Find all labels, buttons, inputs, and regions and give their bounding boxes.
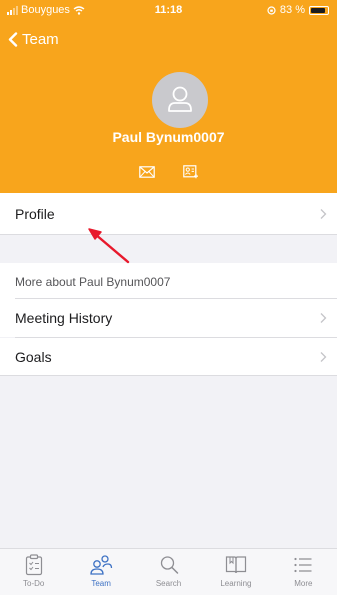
signal-icon [7, 5, 18, 15]
chevron-right-icon [320, 313, 327, 323]
user-name: Paul Bynum0007 [112, 129, 225, 145]
tab-label: Team [91, 579, 111, 588]
meeting-history-row[interactable]: Meeting History [0, 299, 337, 337]
search-icon [160, 556, 178, 574]
chevron-right-icon [320, 351, 327, 362]
goals-label: Goals [15, 348, 52, 365]
meeting-history-label: Meeting History [15, 310, 113, 326]
tab-more[interactable]: More [270, 549, 337, 595]
tab-label: To-Do [23, 579, 45, 588]
list-icon [294, 557, 312, 573]
wifi-icon [73, 5, 85, 15]
tab-team[interactable]: Team [67, 549, 134, 595]
profile-row[interactable]: Profile [0, 193, 337, 234]
carrier-name: Bouygues [21, 4, 70, 16]
divider [0, 375, 337, 376]
avatar [152, 72, 208, 128]
battery-percent: 83 % [279, 4, 305, 16]
tab-label: Search [155, 579, 182, 588]
clipboard-icon [25, 554, 42, 576]
chevron-left-icon [8, 32, 18, 47]
contact-card-button[interactable] [180, 163, 202, 181]
tab-search[interactable]: Search [135, 549, 202, 595]
tab-to-do[interactable]: To-Do [0, 549, 67, 595]
team-icon [90, 555, 113, 575]
back-label: Team [22, 31, 59, 48]
mail-icon [138, 166, 155, 178]
tab-bar: To-Do Team Search Learning More [0, 548, 337, 595]
section-title: More about Paul Bynum0007 [15, 274, 171, 289]
orientation-lock-icon [267, 5, 276, 15]
user-icon [168, 86, 192, 112]
tab-label: Learning [220, 579, 252, 588]
email-button[interactable] [136, 163, 158, 181]
status-bar: Bouygues 11:18 83 % [0, 0, 337, 20]
contact-card-icon [182, 165, 198, 179]
book-icon [225, 556, 247, 574]
profile-row-label: Profile [15, 205, 55, 222]
divider [0, 234, 337, 235]
battery-icon [309, 5, 329, 15]
tab-label: More [294, 579, 313, 588]
section-header: More about Paul Bynum0007 [0, 263, 337, 300]
goals-row[interactable]: Goals [0, 338, 337, 375]
tab-learning[interactable]: Learning [202, 549, 269, 595]
chevron-right-icon [320, 208, 327, 219]
back-button[interactable]: Team [8, 31, 59, 48]
profile-header: Bouygues 11:18 83 % Team Paul Bynum0007 [0, 0, 337, 193]
